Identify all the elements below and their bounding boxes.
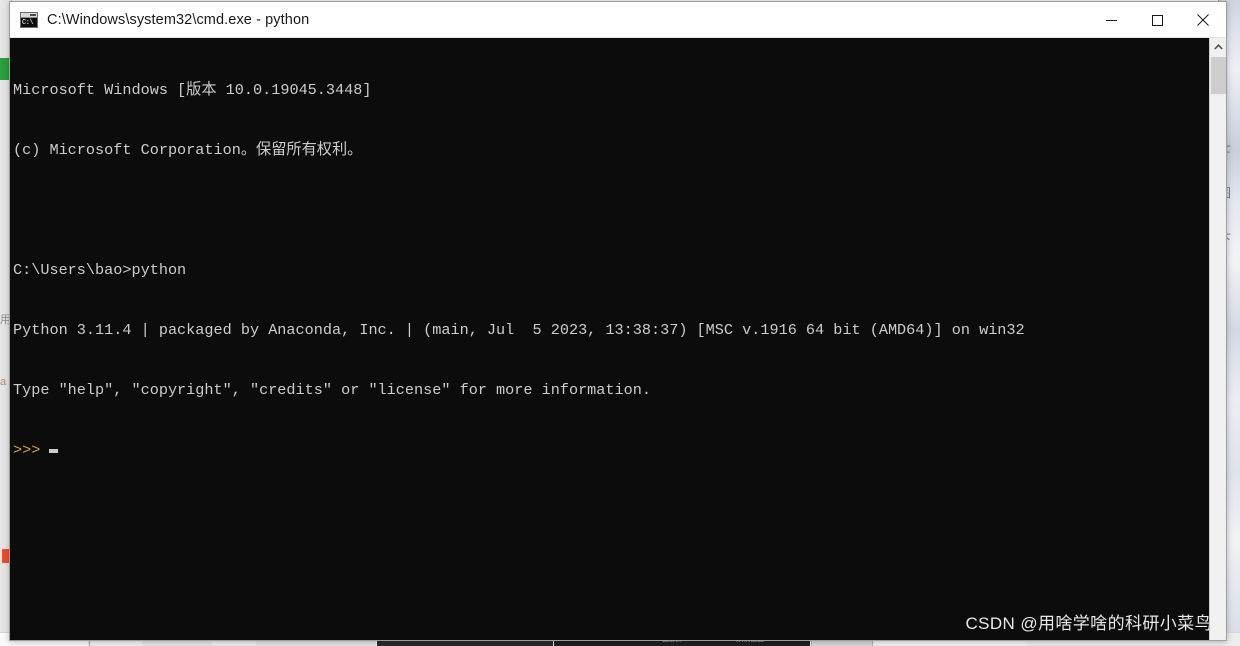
window-controls: [1088, 2, 1226, 38]
console-line: Microsoft Windows [版本 10.0.19045.3448]: [13, 81, 372, 99]
console-line: Type "help", "copyright", "credits" or "…: [13, 381, 651, 399]
console-line: C:\Users\bao>python: [13, 261, 187, 279]
window-titlebar[interactable]: C:\ C:\Windows\system32\cmd.exe - python: [10, 2, 1226, 38]
scroll-thumb[interactable]: [1211, 57, 1226, 94]
console-line: (c) Microsoft Corporation。保留所有权利。: [13, 141, 363, 159]
cmd-console-window[interactable]: C:\ C:\Windows\system32\cmd.exe - python: [9, 1, 1227, 641]
window-title: C:\Windows\system32\cmd.exe - python: [47, 11, 310, 28]
screen-root: 用 a 士 图 下 投影屏 默认设置 from sklearn: [0, 0, 1240, 646]
console-prompt-line: >>>: [13, 440, 1025, 460]
console-vertical-scrollbar[interactable]: [1209, 38, 1226, 640]
cmd-exe-icon: C:\: [20, 11, 38, 28]
csdn-watermark: CSDN @用啥学啥的科研小菜鸟: [965, 614, 1212, 633]
maximize-icon: [1151, 14, 1163, 26]
console-line: Python 3.11.4 | packaged by Anaconda, In…: [13, 321, 1025, 339]
text-cursor: [49, 449, 59, 453]
icon-glyph: C:\: [21, 17, 37, 27]
maximize-button[interactable]: [1134, 2, 1180, 38]
background-green-marker: [0, 58, 9, 80]
close-button[interactable]: [1180, 2, 1226, 38]
minimize-icon: [1105, 19, 1117, 21]
console-text-buffer: Microsoft Windows [版本 10.0.19045.3448] (…: [13, 40, 1025, 500]
chevron-up-icon: [1213, 43, 1223, 50]
console-output-area[interactable]: Microsoft Windows [版本 10.0.19045.3448] (…: [10, 38, 1226, 640]
python-prompt: >>>: [13, 441, 41, 459]
minimize-button[interactable]: [1088, 2, 1134, 38]
scroll-up-button[interactable]: [1210, 38, 1226, 55]
close-icon: [1197, 14, 1209, 26]
